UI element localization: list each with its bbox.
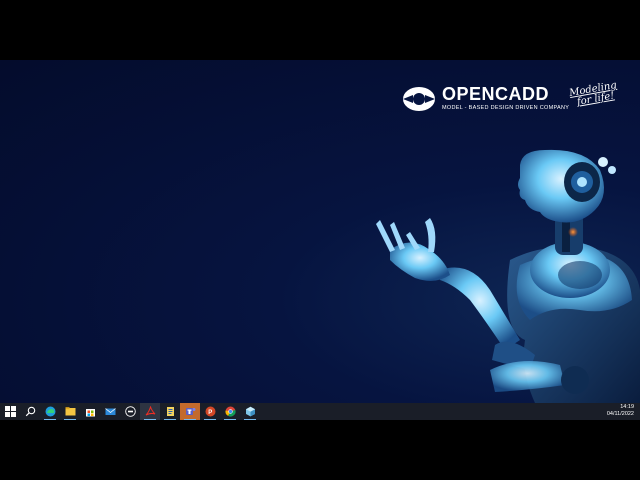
taskbar-app-mail[interactable] (100, 403, 120, 420)
taskbar-app-file-manager[interactable] (160, 403, 180, 420)
teams-icon (185, 408, 195, 415)
taskbar-app-edge[interactable] (40, 403, 60, 420)
taskbar-app-cube[interactable] (240, 403, 260, 420)
taskbar-app-chrome[interactable] (220, 403, 240, 420)
search-icon (25, 406, 35, 417)
taskbar-app-powerpoint[interactable]: P (200, 403, 220, 420)
powerpoint-icon: P (205, 406, 215, 417)
mail-icon (104, 408, 116, 415)
dell-icon (124, 406, 136, 417)
clock-time: 14:19 (620, 404, 634, 410)
taskbar-clock[interactable]: 14:19 04/11/2022 (594, 403, 634, 421)
video-letterbox-top (0, 0, 640, 60)
file-icon (166, 407, 174, 416)
clock-date: 04/11/2022 (606, 411, 634, 417)
folder-icon (65, 407, 75, 416)
edge-icon (45, 406, 55, 417)
taskbar-app-file-explorer[interactable] (60, 403, 80, 420)
store-icon (85, 409, 95, 417)
logo-subtitle: MODEL - BASED DESIGN DRIVEN COMPANY (442, 105, 570, 111)
start-button[interactable] (0, 403, 20, 420)
taskbar-app-acrobat[interactable] (140, 403, 160, 420)
robot-illustration (376, 149, 640, 403)
cube-icon (245, 406, 255, 417)
acrobat-icon (145, 406, 155, 416)
opencadd-logo-icon (403, 87, 435, 111)
taskbar-app-store[interactable] (80, 403, 100, 420)
windows-logo-icon (4, 406, 16, 417)
chrome-icon (225, 406, 236, 417)
taskbar-app-teams[interactable] (180, 403, 200, 420)
search-button[interactable] (20, 403, 40, 420)
video-letterbox-bottom (0, 420, 640, 480)
svg-text:P: P (208, 410, 212, 416)
desktop-wallpaper: OPENCADD MODEL - BASED DESIGN DRIVEN COM… (0, 60, 640, 403)
logo-wordmark: OPENCADD (442, 84, 550, 104)
taskbar-app-dell[interactable] (120, 403, 140, 420)
windows-taskbar: P (0, 403, 640, 420)
